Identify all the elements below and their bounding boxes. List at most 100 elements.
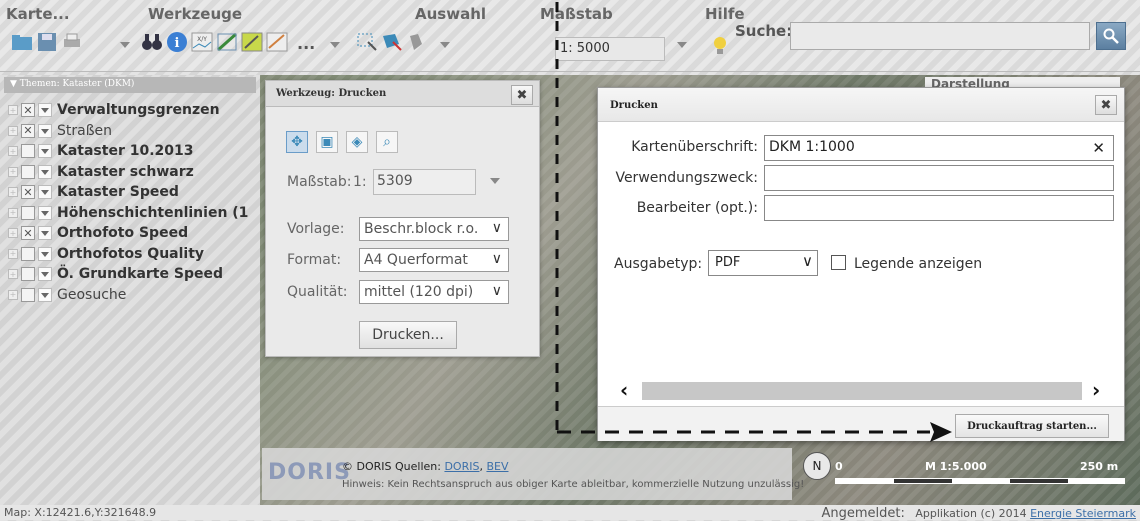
move-frame-icon[interactable]: ✥: [286, 131, 308, 153]
menu-hilfe[interactable]: Hilfe: [705, 5, 745, 23]
bev-link[interactable]: BEV: [486, 460, 508, 473]
scale-input[interactable]: 1: 5000: [555, 37, 665, 61]
chevron-down-icon[interactable]: [120, 42, 130, 48]
chevron-down-icon[interactable]: [330, 42, 340, 48]
chevron-down-icon[interactable]: [440, 42, 450, 48]
expand-icon[interactable]: +: [8, 105, 18, 115]
layer-menu-icon[interactable]: [38, 144, 52, 158]
doris-link[interactable]: DORIS: [444, 460, 479, 473]
layer-checkbox[interactable]: [21, 164, 35, 179]
expand-icon[interactable]: +: [8, 146, 18, 156]
clear-icon[interactable]: ✕: [1092, 139, 1105, 157]
layer-item[interactable]: + Kataster schwarz: [8, 162, 194, 182]
scroll-left-icon[interactable]: ‹: [620, 378, 628, 402]
print-icon[interactable]: [60, 30, 84, 54]
layer-item[interactable]: + ✕ Verwaltungsgrenzen: [8, 100, 220, 120]
layer-name: Verwaltungsgrenzen: [57, 102, 220, 118]
print-dialog-title[interactable]: Drucken: [598, 88, 1124, 122]
template-select[interactable]: Beschr.block r.o. ∨: [359, 217, 509, 241]
draw-area-icon[interactable]: [240, 30, 264, 54]
print-tool-icons: ✥ ▣ ◈ ⌕: [286, 131, 398, 153]
folder-icon[interactable]: [10, 30, 34, 54]
expand-icon[interactable]: +: [8, 207, 18, 218]
xy-coordinate-icon[interactable]: X/Y: [190, 30, 214, 54]
energie-steiermark-link[interactable]: Energie Steiermark: [1030, 507, 1136, 520]
expand-icon[interactable]: +: [8, 289, 18, 300]
purpose-input[interactable]: [764, 165, 1114, 191]
layer-checkbox[interactable]: [21, 287, 35, 302]
scroll-right-icon[interactable]: ›: [1092, 378, 1100, 402]
save-icon[interactable]: [35, 30, 59, 54]
layer-item[interactable]: + ✕ Kataster Speed: [8, 182, 179, 202]
expand-icon[interactable]: +: [8, 248, 18, 259]
expand-icon[interactable]: +: [8, 125, 18, 136]
layer-item[interactable]: + Kataster 10.2013: [8, 141, 194, 161]
layer-checkbox[interactable]: ✕: [21, 226, 35, 240]
layer-menu-icon[interactable]: [38, 246, 52, 261]
clear-selection-icon[interactable]: [405, 30, 429, 54]
editor-input[interactable]: [764, 195, 1114, 221]
scalebar-start: 0: [835, 460, 843, 473]
layer-item[interactable]: + Höhenschichtenlinien (1: [8, 203, 248, 223]
layer-item[interactable]: + Orthofotos Quality: [8, 244, 204, 264]
layer-checkbox[interactable]: [21, 246, 35, 261]
layer-name: Kataster schwarz: [57, 163, 194, 180]
format-select[interactable]: A4 Querformat ∨: [359, 248, 509, 272]
menu-auswahl[interactable]: Auswahl: [415, 5, 486, 23]
map-heading-input[interactable]: DKM 1:1000 ✕: [764, 135, 1114, 161]
layer-checkbox[interactable]: [21, 205, 35, 220]
quality-select[interactable]: mittel (120 dpi) ∨: [359, 280, 509, 304]
rotate-frame-icon[interactable]: ◈: [346, 131, 368, 153]
map-heading-value: DKM 1:1000: [769, 139, 855, 155]
start-print-job-button[interactable]: Druckauftrag starten...: [955, 414, 1109, 438]
layer-menu-icon[interactable]: [38, 185, 52, 199]
select-frame-icon[interactable]: ▣: [316, 131, 338, 153]
select-polygon-icon[interactable]: [380, 30, 404, 54]
layer-checkbox[interactable]: [21, 144, 35, 158]
layer-menu-icon[interactable]: [38, 205, 52, 220]
layer-menu-icon[interactable]: [38, 123, 52, 138]
draw-line-icon[interactable]: [265, 30, 289, 54]
expand-icon[interactable]: +: [8, 166, 18, 177]
zoom-frame-icon[interactable]: ⌕: [376, 131, 398, 153]
layer-checkbox[interactable]: ✕: [21, 185, 35, 199]
expand-icon[interactable]: +: [8, 269, 18, 279]
layer-menu-icon[interactable]: [38, 267, 52, 281]
expand-icon[interactable]: +: [8, 228, 18, 238]
layer-menu-icon[interactable]: [38, 164, 52, 179]
legend-checkbox[interactable]: [831, 255, 846, 270]
layer-item[interactable]: + ✕ Orthofoto Speed: [8, 223, 188, 243]
select-rectangle-icon[interactable]: [355, 30, 379, 54]
close-icon[interactable]: ✖: [511, 85, 533, 105]
horizontal-scrollbar[interactable]: ‹ ›: [618, 378, 1106, 402]
layer-checkbox[interactable]: [21, 267, 35, 281]
layer-item[interactable]: + Ö. Grundkarte Speed: [8, 264, 223, 284]
output-type-select[interactable]: PDF ∨: [708, 250, 818, 276]
layer-checkbox[interactable]: ✕: [21, 103, 35, 117]
close-icon[interactable]: ✖: [1095, 95, 1117, 115]
print-tool-title[interactable]: Werkzeug: Drucken: [266, 81, 539, 107]
print-scale-input[interactable]: 5309: [373, 169, 476, 195]
layer-panel-header[interactable]: ▼ Themen: Kataster (DKM): [4, 77, 256, 93]
print-button[interactable]: Drucken...: [359, 321, 457, 349]
binoculars-icon[interactable]: [140, 30, 164, 54]
layer-menu-icon[interactable]: [38, 226, 52, 240]
expand-icon[interactable]: +: [8, 187, 18, 197]
layer-checkbox[interactable]: ✕: [21, 123, 35, 138]
layer-menu-icon[interactable]: [38, 287, 52, 302]
search-input[interactable]: [790, 22, 1090, 50]
info-icon[interactable]: i: [165, 30, 189, 54]
layer-menu-icon[interactable]: [38, 103, 52, 117]
layer-item[interactable]: + Geosuche: [8, 285, 126, 305]
menu-massstab[interactable]: Maßstab: [540, 5, 613, 23]
help-lightbulb-icon[interactable]: [708, 34, 732, 58]
menu-werkzeuge[interactable]: Werkzeuge: [148, 5, 242, 23]
print-scale-dropdown-icon[interactable]: [490, 178, 500, 184]
measure-icon[interactable]: [215, 30, 239, 54]
menu-karte[interactable]: Karte...: [6, 5, 70, 23]
search-button[interactable]: [1096, 22, 1126, 50]
more-tools-icon[interactable]: ...: [297, 34, 315, 53]
scale-dropdown-icon[interactable]: [677, 42, 687, 48]
layer-item[interactable]: + ✕ Straßen: [8, 121, 112, 141]
scrollbar-thumb[interactable]: [642, 382, 1082, 400]
